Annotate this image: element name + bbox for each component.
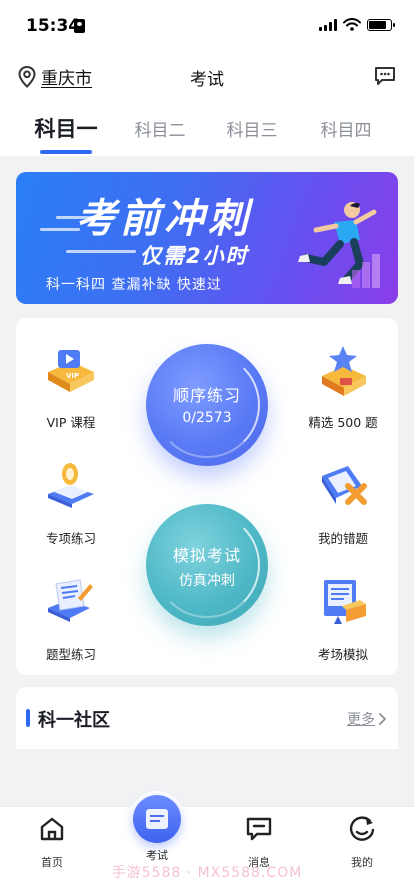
question-type-icon bbox=[48, 579, 93, 622]
app-header: 重庆市 考试 bbox=[0, 50, 414, 102]
more-link[interactable]: 更多 bbox=[347, 709, 386, 729]
banner-subtitle: 仅需2小时 bbox=[140, 244, 249, 268]
feature-label: 专项练习 bbox=[45, 531, 96, 546]
nav-label: 考试 bbox=[146, 849, 168, 862]
banner-title: 考前冲刺 bbox=[76, 196, 252, 242]
speed-line bbox=[66, 250, 136, 253]
wrong-questions-icon bbox=[322, 466, 367, 505]
sequential-progress: 0/2573 bbox=[182, 410, 232, 426]
exam-icon[interactable] bbox=[133, 795, 181, 843]
special-practice-button[interactable]: 专项练习 bbox=[26, 458, 116, 547]
exam-simulation-icon bbox=[324, 580, 366, 624]
feature-label: 考场模拟 bbox=[317, 647, 368, 662]
exam-simulation-button[interactable]: 考场模拟 bbox=[298, 574, 388, 663]
status-bar: 15:34 bbox=[0, 0, 414, 50]
feature-label: 精选 500 题 bbox=[308, 415, 378, 430]
wrong-questions-button[interactable]: 我的错题 bbox=[298, 458, 388, 547]
home-icon bbox=[40, 817, 64, 841]
svg-text:VIP: VIP bbox=[66, 372, 79, 380]
active-tab-indicator bbox=[40, 150, 92, 154]
mock-subtitle: 仿真冲刺 bbox=[179, 573, 235, 589]
promo-banner[interactable]: 考前冲刺 仅需2小时 科一科四 查漏补缺 快速过 bbox=[16, 172, 398, 304]
subject-tabs: 科目一 科目二 科目三 科目四 bbox=[0, 102, 414, 156]
chat-bubble-icon[interactable] bbox=[374, 66, 396, 86]
tab-subject-4[interactable]: 科目四 bbox=[300, 116, 392, 141]
special-practice-icon bbox=[48, 463, 94, 508]
nav-exam[interactable]: 考试 bbox=[122, 847, 192, 863]
section-accent-bar bbox=[26, 709, 30, 727]
banner-tagline: 科一科四 查漏补缺 快速过 bbox=[46, 277, 222, 293]
profile-icon bbox=[349, 816, 375, 841]
tab-subject-1[interactable]: 科目一 bbox=[20, 113, 112, 143]
mock-title: 模拟考试 bbox=[172, 546, 241, 565]
question-type-button[interactable]: 题型练习 bbox=[26, 574, 116, 663]
battery-level bbox=[369, 20, 386, 29]
feature-label: 题型练习 bbox=[45, 647, 96, 662]
practice-card: VIP VIP 课程 精选 500 题 专项练习 我的错题 题型练习 考场模拟 … bbox=[16, 318, 398, 675]
feature-label: VIP 课程 bbox=[46, 415, 96, 430]
watermark: 手游5588 · MX5588.COM bbox=[111, 865, 303, 881]
mock-exam-button[interactable]: 模拟考试 仿真冲刺 bbox=[146, 504, 268, 626]
chevron-right-icon bbox=[379, 713, 386, 725]
speed-line bbox=[40, 228, 80, 231]
status-time: 15:34 bbox=[26, 16, 81, 36]
vip-course-button[interactable]: VIP VIP 课程 bbox=[26, 342, 116, 431]
vip-course-icon: VIP bbox=[48, 350, 94, 392]
more-label[interactable]: 更多 bbox=[347, 709, 375, 729]
page-title: 考试 bbox=[190, 70, 224, 90]
tab-subject-3[interactable]: 科目三 bbox=[206, 116, 298, 141]
battery-icon bbox=[367, 18, 395, 31]
community-section: 科一社区 更多 bbox=[16, 687, 398, 749]
exam-tab-icon bbox=[146, 809, 168, 829]
feature-label: 我的错题 bbox=[317, 531, 368, 546]
sequential-title: 顺序练习 bbox=[172, 386, 241, 405]
runner-icon bbox=[298, 202, 380, 288]
message-icon bbox=[246, 817, 272, 841]
status-indicators bbox=[319, 18, 395, 31]
tab-subject-2[interactable]: 科目二 bbox=[114, 116, 206, 141]
cellular-signal-icon bbox=[319, 18, 337, 31]
wifi-icon bbox=[343, 18, 361, 31]
community-title: 科一社区 bbox=[38, 710, 110, 731]
id-card-icon bbox=[74, 19, 85, 33]
bottom-navigation: 首页 考试 消息 我的 bbox=[0, 791, 414, 896]
star-selection-icon bbox=[322, 346, 366, 396]
selected-500-button[interactable]: 精选 500 题 bbox=[298, 342, 388, 431]
sequential-practice-button[interactable]: 顺序练习 0/2573 bbox=[146, 344, 268, 466]
